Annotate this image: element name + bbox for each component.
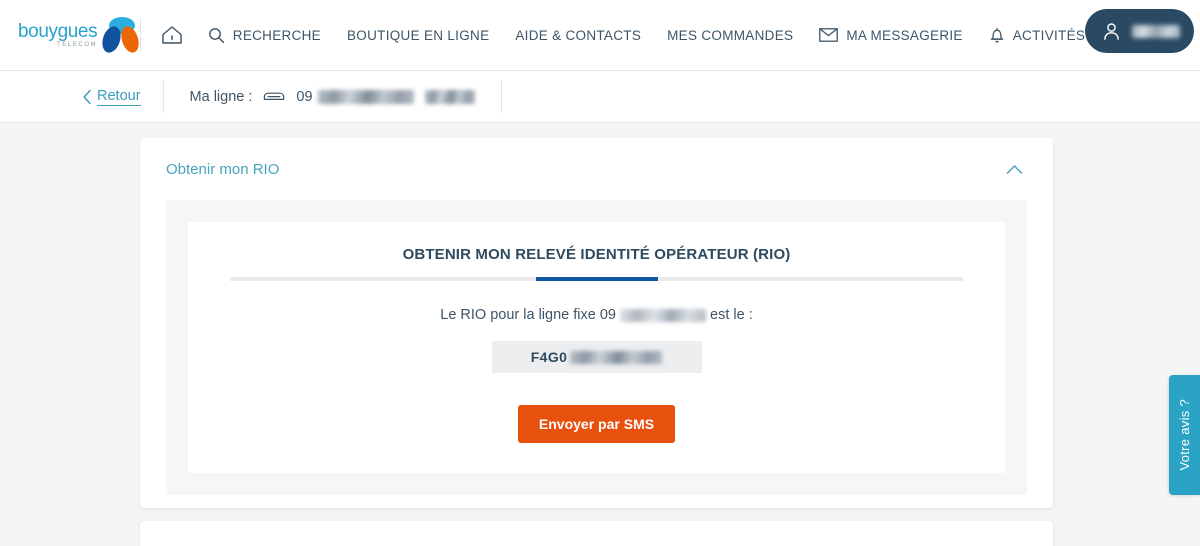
logo-petal-right	[118, 24, 142, 55]
nav-label-ma-messagerie: MA MESSAGERIE	[846, 27, 963, 43]
my-line-info: Ma ligne : 09 ████████ ████	[164, 71, 501, 122]
my-line-prefix: 09	[296, 88, 313, 105]
bell-icon	[990, 27, 1004, 42]
next-section-card	[140, 521, 1053, 546]
feedback-tab-label: Votre avis ?	[1177, 399, 1192, 471]
logo-wordmark: bouygues	[18, 21, 98, 42]
nav-item-aide-contacts[interactable]: AIDE & CONTACTS	[515, 28, 641, 43]
my-line-number-redacted: ████████	[317, 89, 414, 104]
my-line-extra-redacted: ████	[424, 89, 475, 104]
account-button[interactable]: ██████	[1085, 9, 1194, 53]
rio-divider-accent	[535, 277, 658, 281]
rio-panel: OBTENIR MON RELEVÉ IDENTITÉ OPÉRATEUR (R…	[166, 200, 1027, 495]
nav-label-recherche: RECHERCHE	[232, 27, 321, 43]
search-icon	[208, 27, 224, 43]
subbar-spacer	[0, 71, 82, 122]
envelope-icon	[819, 28, 839, 42]
rio-description-number-redacted: ███████	[620, 308, 706, 322]
rio-card: Obtenir mon RIO OBTENIR MON RELEVÉ IDENT…	[140, 138, 1053, 508]
nav-item-boutique[interactable]: BOUTIQUE EN LIGNE	[347, 28, 489, 43]
logo-text: bouygues TELECOM	[18, 21, 98, 48]
page-body: Obtenir mon RIO OBTENIR MON RELEVÉ IDENT…	[0, 123, 1200, 546]
rio-inner-card: OBTENIR MON RELEVÉ IDENTITÉ OPÉRATEUR (R…	[188, 222, 1005, 473]
home-button[interactable]	[141, 24, 203, 46]
rio-code-field: F4G0 ████████	[491, 341, 702, 373]
nav-item-activites[interactable]: ACTIVITÉS	[989, 27, 1085, 44]
account-name-redacted: ██████	[1132, 24, 1180, 38]
nav-label-aide-contacts: AIDE & CONTACTS	[515, 27, 642, 43]
send-by-sms-button[interactable]: Envoyer par SMS	[517, 405, 676, 443]
nav-item-mes-commandes[interactable]: MES COMMANDES	[667, 28, 793, 43]
site-header: bouygues TELECOM RECHERCHE BOUTIQUE EN L…	[0, 0, 1200, 71]
logo-subtitle: TELECOM	[56, 42, 98, 48]
main-navigation: RECHERCHE BOUTIQUE EN LIGNE AIDE & CONTA…	[203, 27, 1200, 44]
rio-description-suffix: est le :	[710, 307, 753, 323]
nav-label-boutique: BOUTIQUE EN LIGNE	[347, 27, 490, 43]
section-title: Obtenir mon RIO	[166, 160, 280, 178]
nav-item-recherche[interactable]: RECHERCHE	[208, 27, 321, 44]
subbar-divider-right	[500, 80, 502, 113]
rio-description-prefix: Le RIO pour la ligne fixe 09	[440, 307, 616, 323]
rio-heading: OBTENIR MON RELEVÉ IDENTITÉ OPÉRATEUR (R…	[402, 246, 791, 263]
home-icon	[162, 26, 182, 44]
back-link-label: Retour	[97, 87, 141, 106]
my-line-label: Ma ligne :	[189, 88, 253, 105]
rio-code-prefix: F4G0	[530, 349, 568, 365]
user-icon	[1104, 22, 1119, 40]
nav-label-activites: ACTIVITÉS	[1012, 27, 1086, 43]
chevron-up-icon[interactable]	[1006, 164, 1023, 175]
bouygues-logo[interactable]: bouygues TELECOM	[0, 16, 142, 55]
line-context-bar: Retour Ma ligne : 09 ████████ ████	[0, 71, 1200, 123]
chevron-left-icon	[83, 89, 91, 104]
feedback-tab[interactable]: Votre avis ?	[1169, 375, 1200, 495]
rio-divider	[230, 277, 963, 281]
logo-petals-icon	[99, 16, 142, 55]
nav-label-mes-commandes: MES COMMANDES	[667, 27, 794, 43]
section-header-obtenir-rio[interactable]: Obtenir mon RIO	[140, 138, 1053, 200]
rio-description: Le RIO pour la ligne fixe 09 ███████ est…	[204, 307, 989, 323]
back-link[interactable]: Retour	[82, 71, 163, 122]
nav-item-ma-messagerie[interactable]: MA MESSAGERIE	[819, 28, 962, 43]
landline-phone-icon	[264, 92, 285, 100]
rio-code-redacted: ████████	[570, 350, 663, 364]
